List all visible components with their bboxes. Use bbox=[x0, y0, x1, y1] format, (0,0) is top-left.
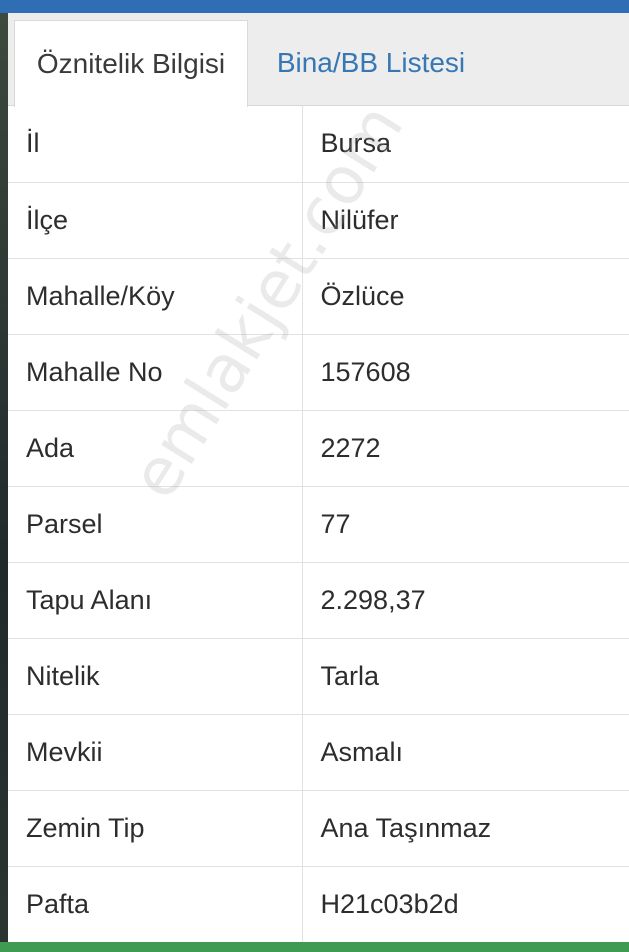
bottom-status-bar bbox=[0, 942, 629, 952]
row-value: 157608 bbox=[302, 334, 629, 411]
row-key: İlçe bbox=[8, 182, 303, 259]
row-value: Tarla bbox=[302, 638, 629, 715]
row-value: 77 bbox=[302, 486, 629, 563]
row-value: Asmalı bbox=[302, 714, 629, 791]
row-key: Pafta bbox=[8, 866, 303, 943]
table-row: Parsel 77 bbox=[8, 486, 629, 563]
row-key: Ada bbox=[8, 410, 303, 487]
table-row: Nitelik Tarla bbox=[8, 638, 629, 715]
attribute-table: İl Bursa İlçe Nilüfer Mahalle/Köy Özlüce Ma… bbox=[8, 106, 629, 943]
top-header-bar bbox=[0, 0, 629, 13]
tab-bar: Öznitelik Bilgisi Bina/BB Listesi bbox=[8, 13, 629, 107]
table-row: Mahalle/Köy Özlüce bbox=[8, 258, 629, 335]
row-key: Mahalle No bbox=[8, 334, 303, 411]
table-row: Mahalle No 157608 bbox=[8, 334, 629, 411]
attribute-panel: Öznitelik Bilgisi Bina/BB Listesi İl Burs… bbox=[8, 13, 629, 943]
row-key: Mahalle/Köy bbox=[8, 258, 303, 335]
row-key: İl bbox=[8, 106, 303, 183]
row-key: Tapu Alanı bbox=[8, 562, 303, 639]
row-value: 2272 bbox=[302, 410, 629, 487]
table-row: Mevkii Asmalı bbox=[8, 714, 629, 791]
row-key: Parsel bbox=[8, 486, 303, 563]
row-value: 2.298,37 bbox=[302, 562, 629, 639]
table-row: Zemin Tip Ana Taşınmaz bbox=[8, 790, 629, 867]
row-key: Zemin Tip bbox=[8, 790, 303, 867]
row-key: Mevkii bbox=[8, 714, 303, 791]
row-key: Nitelik bbox=[8, 638, 303, 715]
row-value: H21c03b2d bbox=[302, 866, 629, 943]
row-value: Ana Taşınmaz bbox=[302, 790, 629, 867]
row-value: Özlüce bbox=[302, 258, 629, 335]
row-value: Bursa bbox=[302, 106, 629, 183]
row-value: Nilüfer bbox=[302, 182, 629, 259]
table-row: Pafta H21c03b2d bbox=[8, 866, 629, 943]
table-row: Ada 2272 bbox=[8, 410, 629, 487]
table-row: Tapu Alanı 2.298,37 bbox=[8, 562, 629, 639]
table-row: İlçe Nilüfer bbox=[8, 182, 629, 259]
table-row: İl Bursa bbox=[8, 106, 629, 183]
tab-building-list[interactable]: Bina/BB Listesi bbox=[256, 20, 486, 106]
tab-attribute-info[interactable]: Öznitelik Bilgisi bbox=[14, 20, 248, 107]
